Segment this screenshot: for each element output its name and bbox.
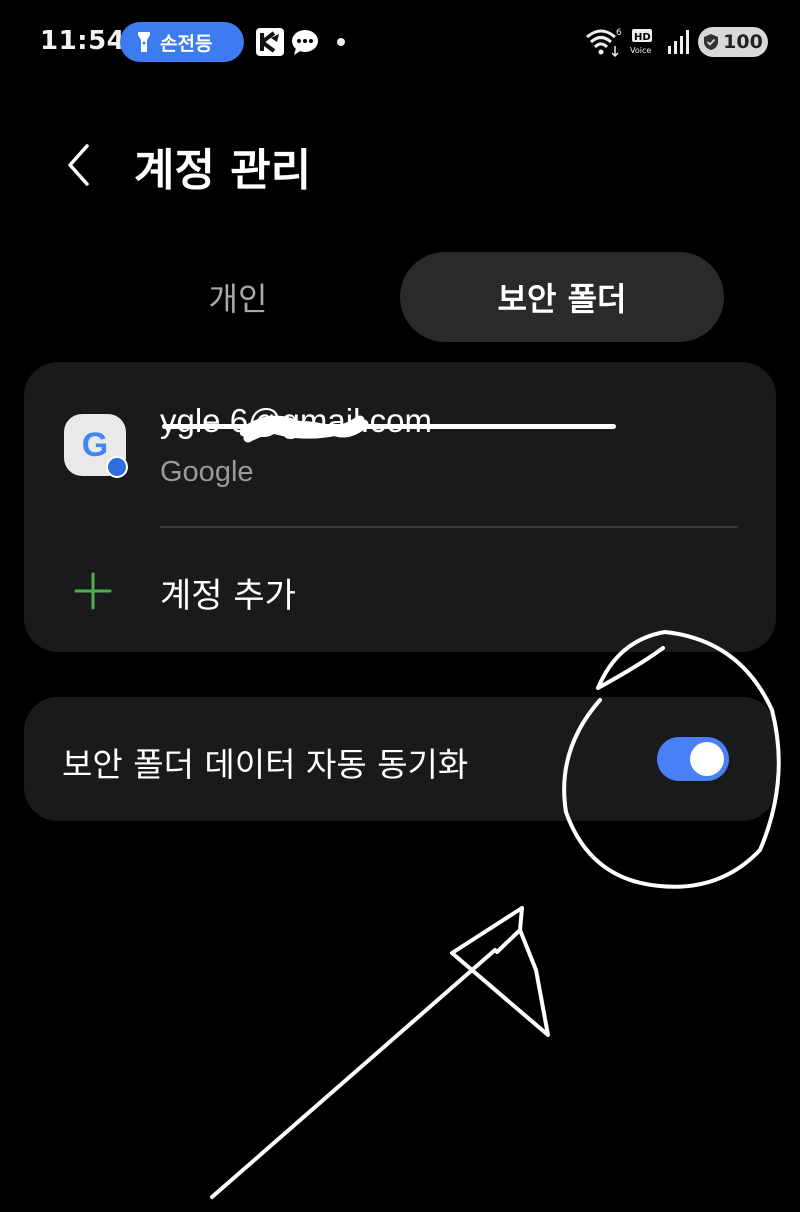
account-provider: Google bbox=[160, 456, 254, 488]
flashlight-indicator[interactable]: 손전등 bbox=[120, 22, 244, 62]
voice-label: Voice bbox=[630, 46, 651, 55]
page-title: 계정 관리 bbox=[134, 145, 312, 196]
battery-indicator: 100 bbox=[698, 27, 768, 57]
hd-label: HD bbox=[634, 32, 651, 43]
battery-level: 100 bbox=[723, 31, 763, 53]
signal-icon bbox=[668, 30, 689, 54]
status-time: 11:54 bbox=[40, 26, 126, 56]
chat-bubble-icon bbox=[292, 30, 318, 55]
k-app-icon bbox=[256, 28, 284, 56]
divider bbox=[160, 526, 738, 528]
email-strikethrough bbox=[162, 424, 616, 429]
hd-voice-icon: HD Voice bbox=[630, 29, 652, 55]
add-account-button[interactable]: 계정 추가 bbox=[160, 568, 296, 617]
flashlight-icon bbox=[138, 32, 150, 52]
tab-secure-folder[interactable]: 보안 폴더 bbox=[400, 252, 724, 342]
secure-folder-badge-icon bbox=[106, 456, 128, 478]
shield-icon bbox=[704, 34, 719, 50]
flashlight-label: 손전등 bbox=[160, 32, 213, 55]
wifi-badge: 6 bbox=[616, 28, 622, 38]
auto-sync-toggle[interactable] bbox=[657, 737, 729, 781]
tab-personal[interactable]: 개인 bbox=[160, 252, 316, 342]
google-g-letter: G bbox=[81, 425, 109, 464]
auto-sync-label: 보안 폴더 데이터 자동 동기화 bbox=[62, 745, 469, 784]
toggle-knob bbox=[690, 742, 724, 776]
plus-icon[interactable] bbox=[74, 572, 112, 610]
wifi-icon: 6 bbox=[586, 28, 622, 58]
notification-dot-icon bbox=[337, 38, 345, 46]
back-chevron-icon[interactable] bbox=[60, 140, 100, 190]
